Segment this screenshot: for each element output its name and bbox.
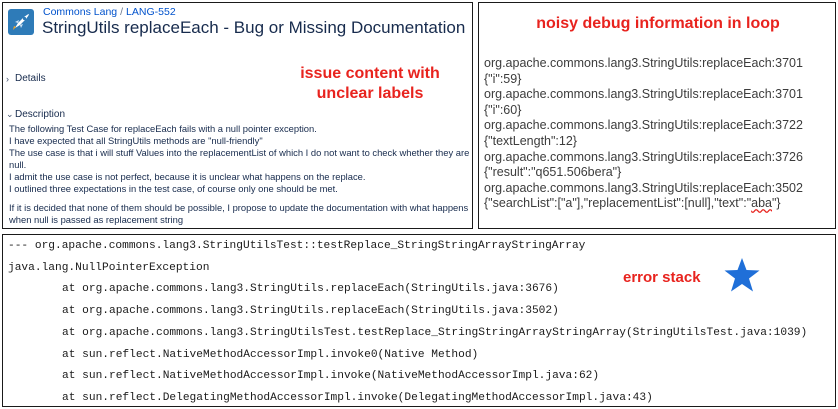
breadcrumb: Commons Lang / LANG-552 xyxy=(43,6,176,18)
log-last-prefix: {"searchList":["a"],"replacementList":[n… xyxy=(484,196,752,211)
breadcrumb-project-link[interactable]: Commons Lang xyxy=(43,6,117,18)
log-line: {"i":59} xyxy=(484,71,522,86)
description-line: I admit the use case is not perfect, bec… xyxy=(9,171,366,183)
issue-annotation-line-2: unclear labels xyxy=(316,85,424,102)
debug-log-panel: noisy debug information in loop org.apac… xyxy=(478,2,836,229)
description-body: The following Test Case for replaceEach … xyxy=(9,123,471,226)
description-footer: If it is decided that none of them shoul… xyxy=(9,201,469,225)
chevron-right-icon: › xyxy=(6,73,9,84)
log-line: org.apache.commons.lang3.StringUtils:rep… xyxy=(484,180,803,195)
description-toggle[interactable]: ⌄ Description xyxy=(6,109,65,120)
stack-annotation: error stack xyxy=(623,269,701,286)
stack-trace: --- org.apache.commons.lang3.StringUtils… xyxy=(8,236,808,406)
log-line: {"textLength":12} xyxy=(484,133,577,148)
breadcrumb-separator: / xyxy=(120,6,124,18)
log-last-value: aba xyxy=(751,196,772,211)
log-line: org.apache.commons.lang3.StringUtils:rep… xyxy=(484,149,803,164)
stack-trace-panel: --- org.apache.commons.lang3.StringUtils… xyxy=(2,234,836,407)
chevron-down-icon: ⌄ xyxy=(6,109,14,119)
trace-frame: at sun.reflect.NativeMethodAccessorImpl.… xyxy=(62,370,600,383)
log-line: org.apache.commons.lang3.StringUtils:rep… xyxy=(484,56,803,70)
trace-header: --- org.apache.commons.lang3.StringUtils… xyxy=(8,240,586,252)
breadcrumb-issue-link[interactable]: LANG-552 xyxy=(126,6,176,18)
details-toggle[interactable]: › Details xyxy=(6,73,46,84)
description-label: Description xyxy=(15,109,66,120)
log-line: {"i":60} xyxy=(484,102,522,117)
log-line: org.apache.commons.lang3.StringUtils:rep… xyxy=(484,87,803,102)
star-icon xyxy=(724,258,760,292)
description-line: The following Test Case for replaceEach … xyxy=(9,123,317,134)
trace-frame: at org.apache.commons.lang3.StringUtils.… xyxy=(62,305,559,318)
project-rocket-icon[interactable] xyxy=(8,9,34,35)
debug-annotation: noisy debug information in loop xyxy=(536,15,780,32)
log-last-suffix: "} xyxy=(772,196,781,211)
log-line: {"result":"q651.506bera"} xyxy=(484,165,622,180)
description-line: The use case is that i will stuff Values… xyxy=(9,147,470,171)
description-line: I have expected that all StringUtils met… xyxy=(9,135,263,147)
description-line: I outlined three expectations in the tes… xyxy=(9,183,338,195)
trace-frame: at sun.reflect.DelegatingMethodAccessorI… xyxy=(62,391,653,404)
trace-frame: at org.apache.commons.lang3.StringUtilsT… xyxy=(62,326,808,339)
debug-log: org.apache.commons.lang3.StringUtils:rep… xyxy=(484,56,834,212)
trace-frame: at sun.reflect.NativeMethodAccessorImpl.… xyxy=(62,348,479,361)
jira-issue-panel: Commons Lang / LANG-552 StringUtils replac… xyxy=(2,2,473,229)
issue-annotation-line-1: issue content with xyxy=(300,65,440,82)
issue-title: StringUtils replaceEach - Bug or Missing… xyxy=(42,18,466,37)
log-line: org.apache.commons.lang3.StringUtils:rep… xyxy=(484,118,803,133)
details-label: Details xyxy=(15,73,46,84)
issue-annotation: issue content with unclear labels xyxy=(275,64,465,104)
log-line-last: {"searchList":["a"],"replacementList":[n… xyxy=(484,196,834,212)
